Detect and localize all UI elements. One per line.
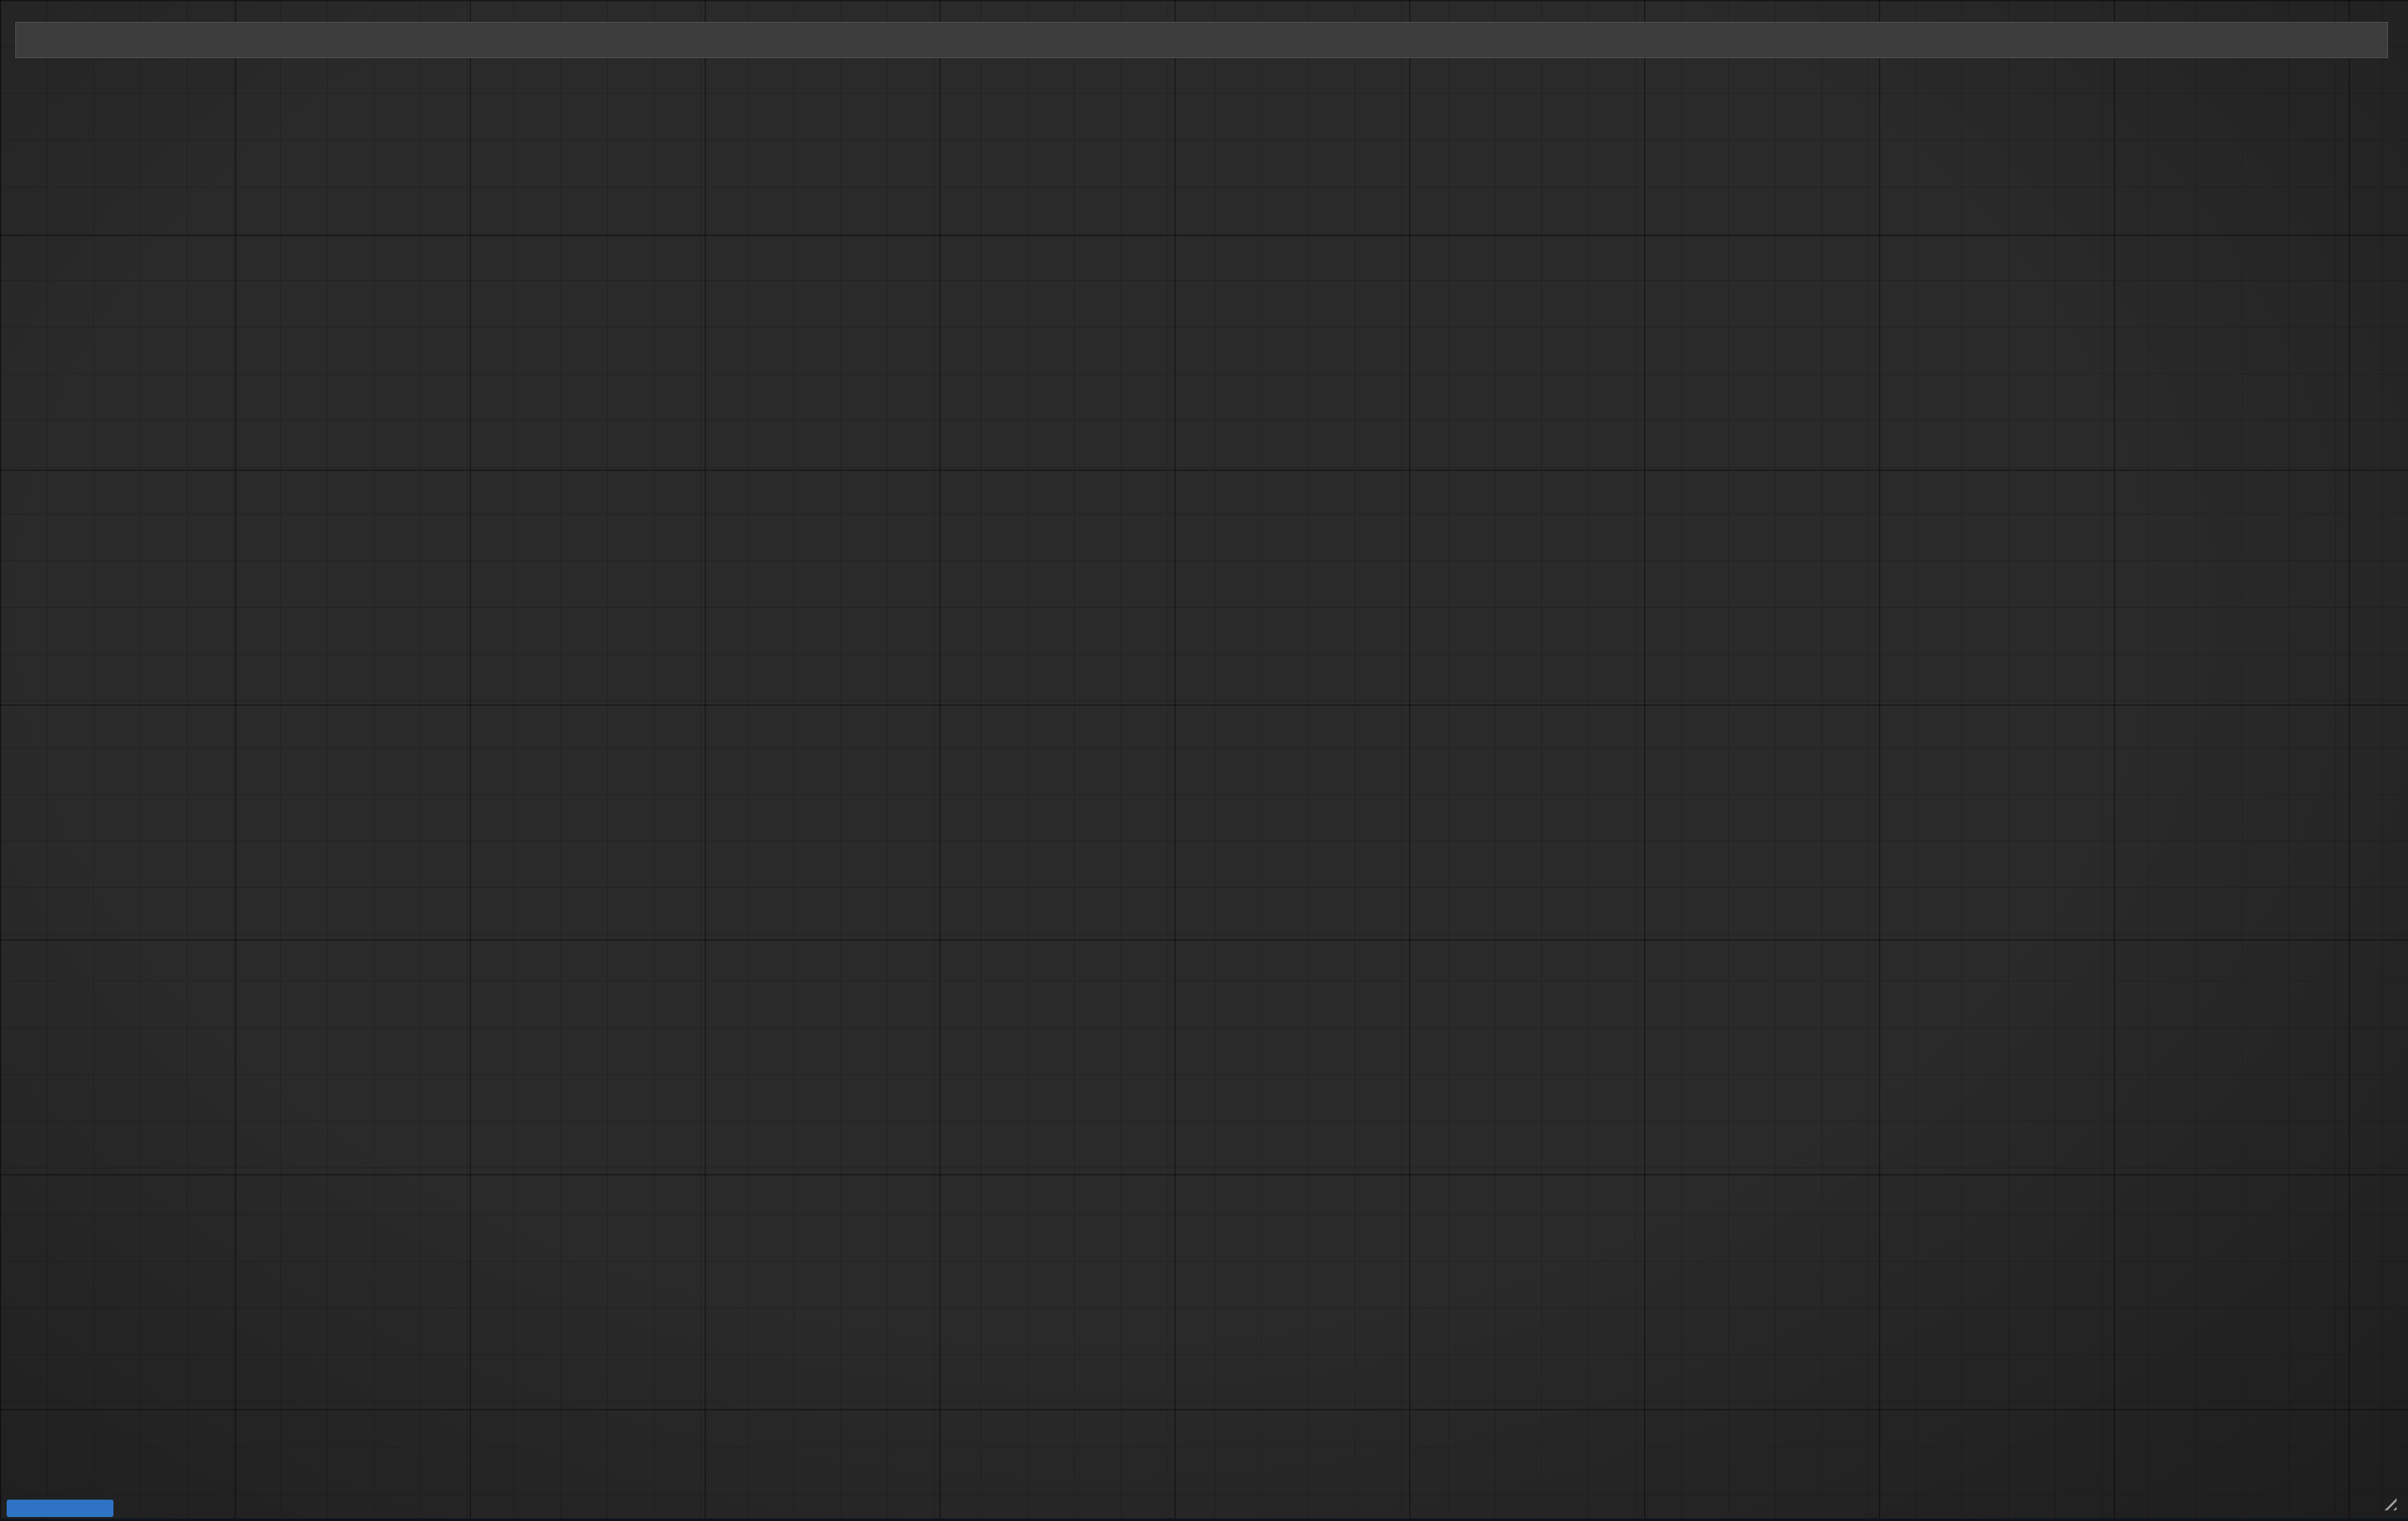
blueprint-graph-canvas[interactable] [0,0,2408,1521]
bottom-strip [0,1518,2408,1521]
vignette [0,0,2408,1521]
taskbar-fragment [7,1500,113,1517]
graph-title-banner [15,22,2388,58]
wire-layer [0,0,2408,1521]
canvas-resize-grip[interactable] [2379,1493,2397,1510]
